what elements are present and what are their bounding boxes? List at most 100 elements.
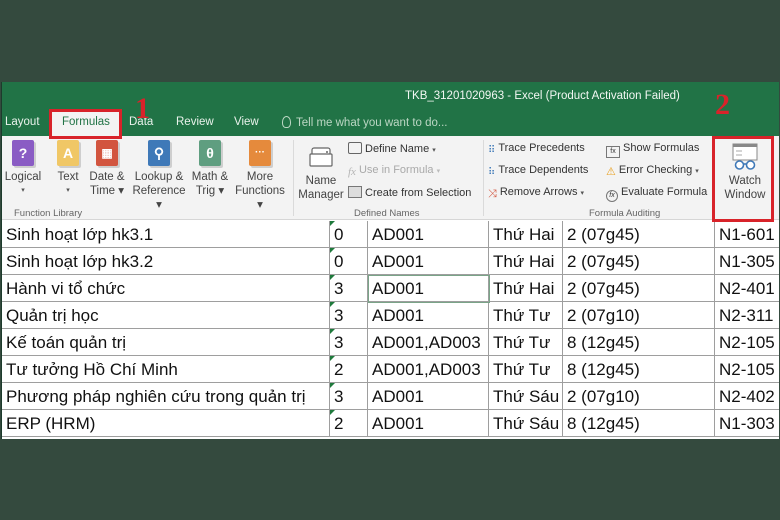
- date-time-button[interactable]: ▦ Date & Time ▾: [86, 140, 128, 198]
- search-book-icon: ⚲: [148, 140, 170, 166]
- evaluate-formula-button[interactable]: fx Evaluate Formula: [606, 186, 707, 202]
- cell-class[interactable]: AD001: [368, 410, 489, 437]
- math-label-2: Trig ▾: [195, 185, 225, 197]
- text-button[interactable]: A Text ▾: [52, 140, 84, 198]
- cell-room[interactable]: N2-401: [715, 275, 779, 302]
- cell-period[interactable]: 2 (07g45): [563, 221, 715, 248]
- math-trig-button[interactable]: θ Math & Trig ▾: [190, 140, 230, 198]
- tab-view[interactable]: View: [234, 116, 259, 128]
- cell-room[interactable]: N2-402: [715, 383, 779, 410]
- name-manager-button[interactable]: Name Manager: [296, 140, 346, 202]
- cell-day[interactable]: Thứ Sáu: [489, 383, 563, 410]
- cell-period[interactable]: 8 (12g45): [563, 329, 715, 356]
- cell-subject[interactable]: Quản trị học: [2, 302, 330, 329]
- create-selection-icon: [348, 186, 362, 198]
- cell-class[interactable]: AD001: [368, 275, 489, 302]
- cell-day[interactable]: Thứ Tư: [489, 356, 563, 383]
- cell-subject[interactable]: Sinh hoạt lớp hk3.1: [2, 221, 330, 248]
- cell-credits[interactable]: 2: [330, 356, 368, 383]
- cell-period[interactable]: 8 (12g45): [563, 356, 715, 383]
- cell-credits[interactable]: 3: [330, 275, 368, 302]
- lookup-label-1: Lookup &: [134, 171, 184, 183]
- evaluate-formula-icon: fx: [606, 190, 618, 202]
- remove-arrows-button[interactable]: ⤨ Remove Arrows ▾: [488, 186, 584, 200]
- more-functions-button[interactable]: ··· More Functions ▾: [231, 140, 289, 212]
- cell-day[interactable]: Thứ Sáu: [489, 410, 563, 437]
- define-name-label: Define Name: [365, 143, 430, 155]
- logical-button[interactable]: ? Logical ▾: [2, 140, 48, 198]
- trace-dependents-button[interactable]: ⠷ Trace Dependents: [488, 164, 588, 179]
- show-formulas-label: Show Formulas: [623, 142, 700, 154]
- name-manager-label-2: Manager: [298, 189, 344, 201]
- cell-class[interactable]: AD001: [368, 302, 489, 329]
- group-label-defined-names: Defined Names: [354, 208, 420, 219]
- cell-day[interactable]: Thứ Tư: [489, 302, 563, 329]
- create-from-selection-button[interactable]: Create from Selection: [348, 186, 471, 199]
- table-row: Kế toán quản trị 3 AD001,AD003 Thứ Tư 8 …: [2, 329, 779, 356]
- lookup-reference-button[interactable]: ⚲ Lookup & Reference ▾: [128, 140, 190, 212]
- cell-subject[interactable]: Tư tưởng Hồ Chí Minh: [2, 356, 330, 383]
- use-in-formula-button[interactable]: fx Use in Formula ▾: [348, 164, 440, 178]
- cell-room[interactable]: N1-601: [715, 221, 779, 248]
- cell-credits[interactable]: 3: [330, 302, 368, 329]
- chevron-down-icon: ▾: [436, 168, 441, 175]
- cell-room[interactable]: N1-305: [715, 248, 779, 275]
- cell-subject[interactable]: Sinh hoạt lớp hk3.2: [2, 248, 330, 275]
- cell-class[interactable]: AD001,AD003: [368, 329, 489, 356]
- cell-subject[interactable]: ERP (HRM): [2, 410, 330, 437]
- question-book-icon: ?: [12, 140, 34, 166]
- show-formulas-button[interactable]: fx Show Formulas: [606, 142, 699, 158]
- group-separator: [293, 140, 294, 216]
- cell-class[interactable]: AD001: [368, 221, 489, 248]
- tab-layout[interactable]: Layout: [5, 116, 40, 128]
- theta-book-icon: θ: [199, 140, 221, 166]
- error-indicator-icon: [330, 383, 335, 388]
- use-in-formula-label: Use in Formula: [358, 164, 434, 176]
- trace-precedents-icon: ⠿: [488, 145, 496, 156]
- cell-period[interactable]: 2 (07g45): [563, 275, 715, 302]
- cell-day[interactable]: Thứ Hai: [489, 248, 563, 275]
- cell-day[interactable]: Thứ Tư: [489, 329, 563, 356]
- cell-room[interactable]: N1-303: [715, 410, 779, 437]
- cell-class[interactable]: AD001,AD003: [368, 356, 489, 383]
- name-manager-icon: [309, 147, 333, 167]
- date-time-label-2: Time ▾: [89, 185, 125, 197]
- cell-credits[interactable]: 3: [330, 329, 368, 356]
- tag-icon: [348, 142, 362, 154]
- cell-subject[interactable]: Phương pháp nghiên cứu trong quản trị: [2, 383, 330, 410]
- cell-credits[interactable]: 0: [330, 221, 368, 248]
- table-row: Sinh hoạt lớp hk3.2 0 AD001 Thứ Hai 2 (0…: [2, 248, 779, 275]
- cell-room[interactable]: N2-311: [715, 302, 779, 329]
- error-indicator-icon: [330, 275, 335, 280]
- cell-subject[interactable]: Kế toán quản trị: [2, 329, 330, 356]
- define-name-button[interactable]: Define Name ▾: [348, 142, 436, 155]
- cell-credits[interactable]: 2: [330, 410, 368, 437]
- group-separator: [483, 140, 484, 216]
- text-book-icon: A: [57, 140, 79, 166]
- cell-credits[interactable]: 3: [330, 383, 368, 410]
- cell-period[interactable]: 2 (07g45): [563, 248, 715, 275]
- cell-room[interactable]: N2-105: [715, 356, 779, 383]
- highlight-watch-window: [712, 136, 774, 222]
- cell-period[interactable]: 2 (07g10): [563, 383, 715, 410]
- cell-day[interactable]: Thứ Hai: [489, 221, 563, 248]
- cell-credits[interactable]: 0: [330, 248, 368, 275]
- cell-room[interactable]: N2-105: [715, 329, 779, 356]
- trace-precedents-button[interactable]: ⠿ Trace Precedents: [488, 142, 585, 157]
- cell-day[interactable]: Thứ Hai: [489, 275, 563, 302]
- cell-class[interactable]: AD001: [368, 248, 489, 275]
- step-2-annotation: 2: [715, 88, 730, 121]
- table-row: Sinh hoạt lớp hk3.1 0 AD001 Thứ Hai 2 (0…: [2, 221, 779, 248]
- cell-class[interactable]: AD001: [368, 383, 489, 410]
- error-checking-button[interactable]: ⚠ Error Checking ▾: [606, 164, 699, 178]
- logical-label: Logical: [4, 171, 42, 183]
- tell-me-search[interactable]: Tell me what you want to do...: [282, 116, 448, 129]
- date-time-label-1: Date &: [89, 171, 125, 183]
- cell-period[interactable]: 8 (12g45): [563, 410, 715, 437]
- cell-period[interactable]: 2 (07g10): [563, 302, 715, 329]
- cell-subject[interactable]: Hành vi tổ chức: [2, 275, 330, 302]
- more-label-2: Functions ▾: [235, 185, 285, 211]
- ribbon-formulas: ? Logical ▾ A Text ▾ ▦ Date & Time ▾ ⚲ L…: [2, 136, 779, 220]
- table-row: ERP (HRM) 2 AD001 Thứ Sáu 8 (12g45) N1-3…: [2, 410, 779, 437]
- tab-review[interactable]: Review: [176, 116, 214, 128]
